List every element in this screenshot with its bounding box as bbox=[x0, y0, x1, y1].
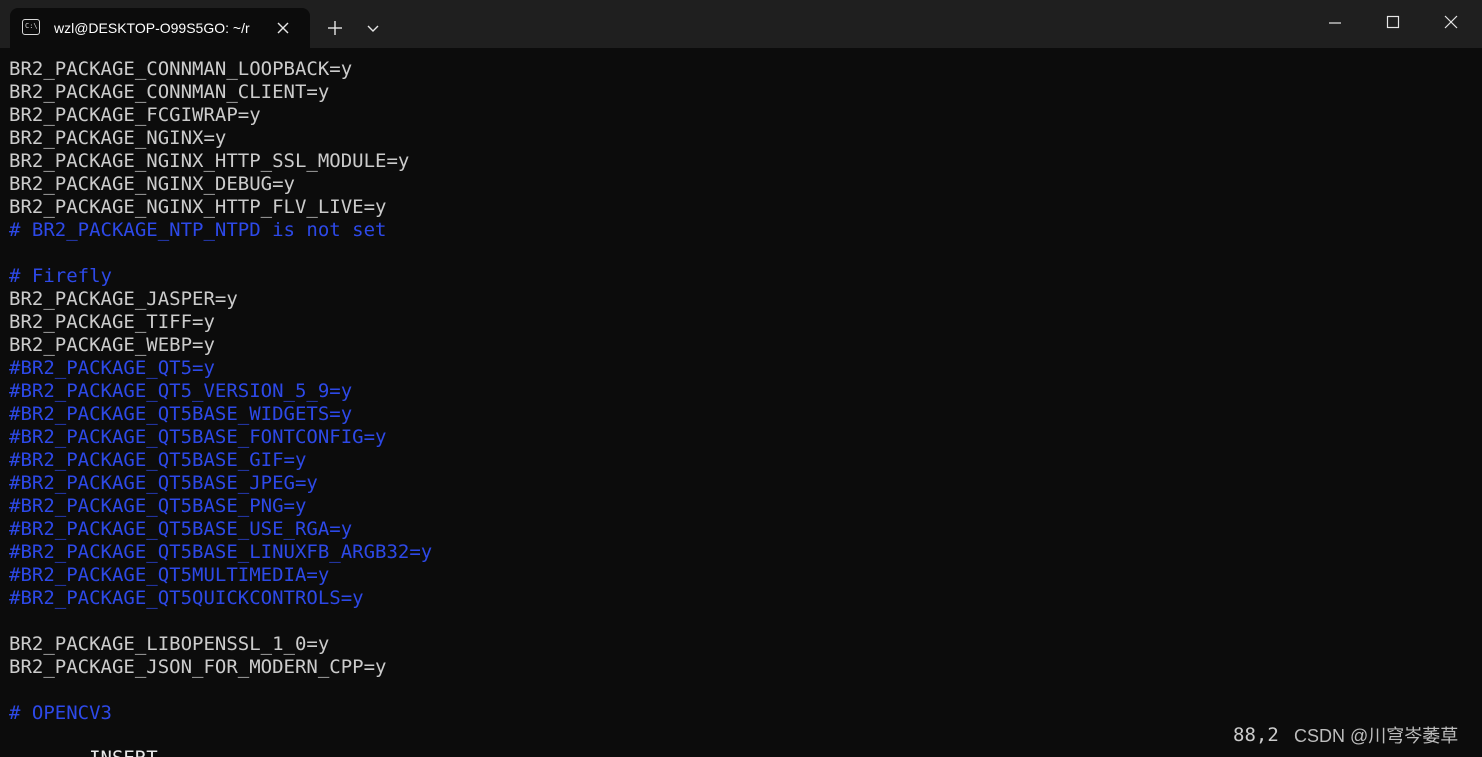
config-line bbox=[9, 679, 1469, 702]
terminal-output[interactable]: BR2_PACKAGE_CONNMAN_LOOPBACK=y BR2_PACKAG… bbox=[9, 58, 1469, 725]
maximize-icon bbox=[1386, 15, 1400, 29]
terminal-tab[interactable]: C:\ wzl@DESKTOP-O99S5GO: ~/r bbox=[10, 8, 310, 48]
config-line: BR2_PACKAGE_NGINX_HTTP_FLV_LIVE=y bbox=[9, 196, 387, 218]
config-line: BR2_PACKAGE_NGINX_HTTP_SSL_MODULE=y bbox=[9, 150, 410, 172]
comment-line: #BR2_PACKAGE_QT5BASE_FONTCONFIG=y bbox=[9, 426, 387, 448]
watermark: CSDN @川穹岑萎草 bbox=[1294, 726, 1459, 746]
comment-line: #BR2_PACKAGE_QT5BASE_LINUXFB_ARGB32=y bbox=[9, 541, 433, 563]
config-line: BR2_PACKAGE_NGINX_DEBUG=y bbox=[9, 173, 295, 195]
minimize-icon bbox=[1329, 22, 1341, 24]
minimize-button[interactable] bbox=[1306, 0, 1364, 44]
close-window-button[interactable] bbox=[1422, 0, 1480, 44]
tab-title: wzl@DESKTOP-O99S5GO: ~/r bbox=[54, 20, 250, 36]
comment-line: #BR2_PACKAGE_QT5=y bbox=[9, 357, 215, 379]
vim-status-line: -- INSERT -- 88,2 CSDN @川穹岑萎草 bbox=[9, 724, 1469, 757]
comment-line: #BR2_PACKAGE_QT5BASE_USE_RGA=y bbox=[9, 518, 353, 540]
terminal-prompt-glyph: C:\ bbox=[25, 22, 38, 30]
comment-line: # Firefly bbox=[9, 265, 112, 287]
terminal-window: C:\ wzl@DESKTOP-O99S5GO: ~/r BR2_PACKAGE… bbox=[0, 0, 1482, 757]
maximize-button[interactable] bbox=[1364, 0, 1422, 44]
config-line: BR2_PACKAGE_JSON_FOR_MODERN_CPP=y bbox=[9, 656, 387, 678]
comment-line: # OPENCV3 bbox=[9, 702, 112, 724]
chevron-down-icon[interactable] bbox=[362, 17, 384, 39]
comment-line: #BR2_PACKAGE_QT5MULTIMEDIA=y bbox=[9, 564, 330, 586]
config-line: BR2_PACKAGE_WEBP=y bbox=[9, 334, 215, 356]
config-line: BR2_PACKAGE_FCGIWRAP=y bbox=[9, 104, 261, 126]
comment-line: # BR2_PACKAGE_NTP_NTPD is not set bbox=[9, 219, 387, 241]
config-line: BR2_PACKAGE_JASPER=y bbox=[9, 288, 238, 310]
config-line bbox=[9, 610, 1469, 633]
terminal-icon: C:\ bbox=[22, 19, 40, 35]
close-icon[interactable] bbox=[274, 19, 292, 37]
vim-mode-indicator: -- INSERT -- bbox=[55, 747, 192, 757]
plus-icon[interactable] bbox=[324, 17, 346, 39]
config-line: BR2_PACKAGE_CONNMAN_LOOPBACK=y bbox=[9, 58, 353, 80]
config-line: BR2_PACKAGE_LIBOPENSSL_1_0=y bbox=[9, 633, 330, 655]
config-line: BR2_PACKAGE_CONNMAN_CLIENT=y bbox=[9, 81, 330, 103]
comment-line: #BR2_PACKAGE_QT5BASE_JPEG=y bbox=[9, 472, 318, 494]
comment-line: #BR2_PACKAGE_QT5_VERSION_5_9=y bbox=[9, 380, 353, 402]
comment-line: #BR2_PACKAGE_QT5BASE_WIDGETS=y bbox=[9, 403, 353, 425]
comment-line: #BR2_PACKAGE_QT5BASE_PNG=y bbox=[9, 495, 307, 517]
comment-line: #BR2_PACKAGE_QT5QUICKCONTROLS=y bbox=[9, 587, 364, 609]
title-bar: C:\ wzl@DESKTOP-O99S5GO: ~/r bbox=[0, 0, 1482, 48]
comment-line: #BR2_PACKAGE_QT5BASE_GIF=y bbox=[9, 449, 307, 471]
config-line: BR2_PACKAGE_TIFF=y bbox=[9, 311, 215, 333]
close-icon bbox=[1444, 15, 1458, 29]
config-line bbox=[9, 242, 1469, 265]
config-line: BR2_PACKAGE_NGINX=y bbox=[9, 127, 227, 149]
cursor-position: 88,2 bbox=[1233, 724, 1279, 746]
